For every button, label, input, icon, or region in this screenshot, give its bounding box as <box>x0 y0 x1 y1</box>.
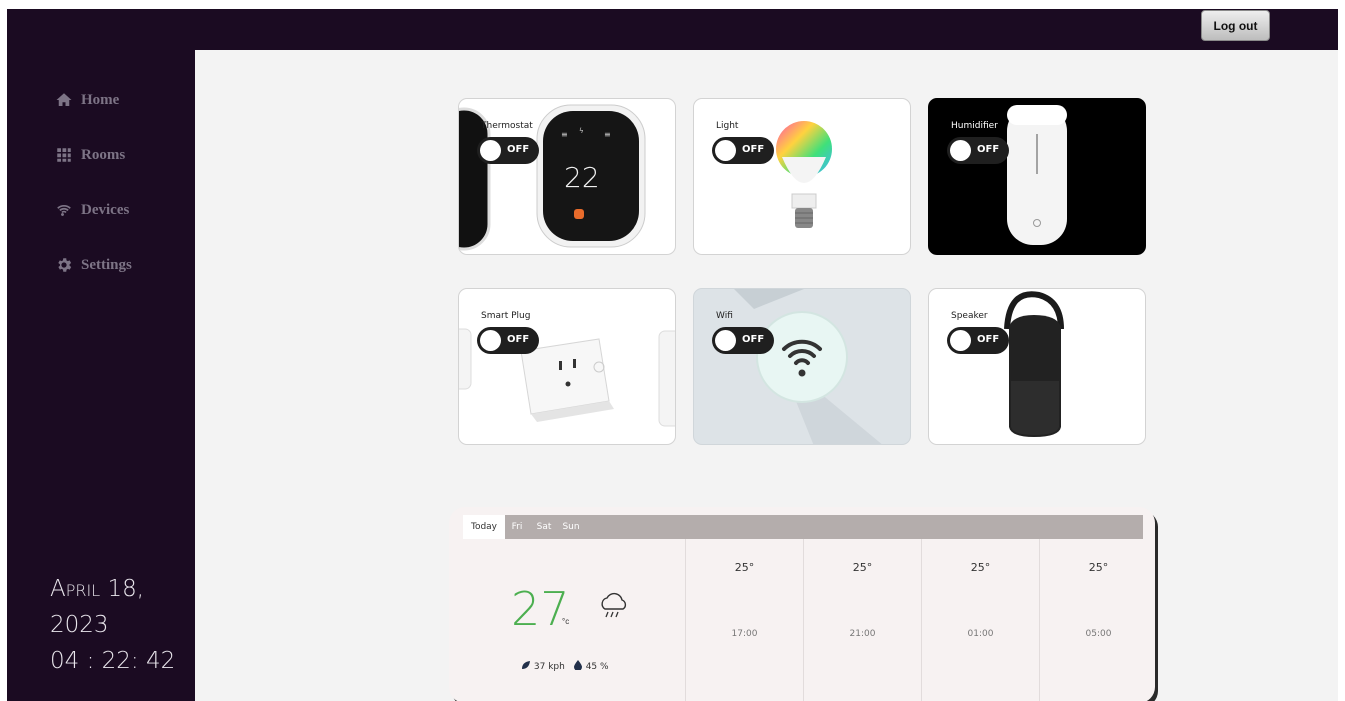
forecast-slot: 25° 17:00 <box>685 539 803 701</box>
sidebar-item-label: Home <box>81 91 120 108</box>
forecast-temp: 25° <box>970 561 991 574</box>
power-toggle[interactable]: OFF <box>712 137 774 164</box>
forecast-time: 17:00 <box>731 629 758 639</box>
forecast-temp: 25° <box>852 561 873 574</box>
sidebar-item-label: Rooms <box>81 146 126 163</box>
device-label: Humidifier <box>951 121 998 131</box>
device-card-speaker[interactable]: Speaker OFF <box>928 288 1146 445</box>
rain-cloud-icon <box>601 592 627 618</box>
toggle-state: OFF <box>742 334 765 345</box>
top-bar: Log out <box>7 9 1338 50</box>
weather-widget: Today Fri Sat Sun 27 °c 37 kph 45 % 25° <box>449 507 1155 701</box>
toggle-state: OFF <box>977 144 1000 155</box>
logout-button[interactable]: Log out <box>1201 10 1270 41</box>
forecast-time: 05:00 <box>1085 629 1112 639</box>
toggle-knob <box>715 140 736 161</box>
power-toggle[interactable]: OFF <box>477 327 539 354</box>
home-icon <box>56 93 72 106</box>
toggle-knob <box>480 140 501 161</box>
tab-today[interactable]: Today <box>463 515 505 539</box>
date-month-day: April 18, <box>50 576 145 602</box>
humidity-stat: 45 % <box>573 660 609 672</box>
forecast-time: 01:00 <box>967 629 994 639</box>
device-card-wifi[interactable]: Wifi OFF <box>693 288 911 445</box>
toggle-state: OFF <box>742 144 765 155</box>
forecast-slot: 25° 21:00 <box>803 539 921 701</box>
device-card-light[interactable]: Light OFF <box>693 98 911 255</box>
device-card-smart-plug[interactable]: Smart Plug OFF <box>458 288 676 445</box>
sidebar: Home Rooms Devices Settings April 18, 20… <box>7 50 195 701</box>
power-toggle[interactable]: OFF <box>712 327 774 354</box>
device-card-humidifier[interactable]: Humidifier OFF <box>928 98 1146 255</box>
leaf-icon <box>522 661 530 669</box>
power-toggle[interactable]: OFF <box>477 137 539 164</box>
device-label: Speaker <box>951 311 988 321</box>
power-toggle[interactable]: OFF <box>947 137 1009 164</box>
forecast-time: 21:00 <box>849 629 876 639</box>
sidebar-item-label: Devices <box>81 201 130 218</box>
wind-stat: 37 kph <box>521 660 565 672</box>
toggle-knob <box>715 330 736 351</box>
toggle-state: OFF <box>507 144 530 155</box>
app-frame: Log out Home Rooms Devices Settings Apri… <box>7 9 1338 701</box>
svg-text:≡: ≡ <box>604 130 611 139</box>
clock-time: 04 : 22: 42 <box>50 648 176 674</box>
sidebar-item-label: Settings <box>81 256 132 273</box>
sidebar-item-rooms[interactable]: Rooms <box>55 142 125 168</box>
tab-sat[interactable]: Sat <box>533 515 555 539</box>
forecast-temp: 25° <box>1088 561 1109 574</box>
thermostat-value: 22 <box>564 161 600 194</box>
device-label: Wifi <box>716 311 733 321</box>
sidebar-item-devices[interactable]: Devices <box>55 197 129 223</box>
weather-tabs: Today Fri Sat Sun <box>463 515 1143 539</box>
toggle-knob <box>480 330 501 351</box>
wifi-icon <box>57 204 71 217</box>
forecast-slot: 25° 01:00 <box>921 539 1039 701</box>
toggle-state: OFF <box>507 334 530 345</box>
device-label: Smart Plug <box>481 311 531 321</box>
tab-fri[interactable]: Fri <box>507 515 527 539</box>
droplet-icon <box>573 660 582 671</box>
toggle-knob <box>950 330 971 351</box>
current-temperature: 27 <box>511 582 570 636</box>
gear-icon <box>58 258 72 272</box>
power-toggle[interactable]: OFF <box>947 327 1009 354</box>
toggle-state: OFF <box>977 334 1000 345</box>
date-time-display: April 18, 2023 04 : 22: 42 <box>50 571 175 679</box>
toggle-knob <box>950 140 971 161</box>
forecast-slot: 25° 05:00 <box>1039 539 1155 701</box>
date-year: 2023 <box>50 612 109 638</box>
svg-text:ϟ: ϟ <box>579 127 584 135</box>
sidebar-item-settings[interactable]: Settings <box>55 252 132 278</box>
weather-stats: 37 kph 45 % <box>521 660 609 672</box>
tab-sun[interactable]: Sun <box>559 515 583 539</box>
device-label: Light <box>716 121 739 131</box>
wind-speed: 37 kph <box>533 662 565 672</box>
temperature-unit: °c <box>562 617 570 626</box>
device-label: Thermostat <box>481 121 533 131</box>
grid-icon <box>57 148 71 162</box>
humidity-value: 45 % <box>585 662 609 672</box>
forecast-temp: 25° <box>734 561 755 574</box>
svg-text:≡: ≡ <box>561 130 568 139</box>
device-card-thermostat[interactable]: ≡ ϟ ≡ 22 Thermostat OFF <box>458 98 676 255</box>
sidebar-item-home[interactable]: Home <box>55 87 119 113</box>
